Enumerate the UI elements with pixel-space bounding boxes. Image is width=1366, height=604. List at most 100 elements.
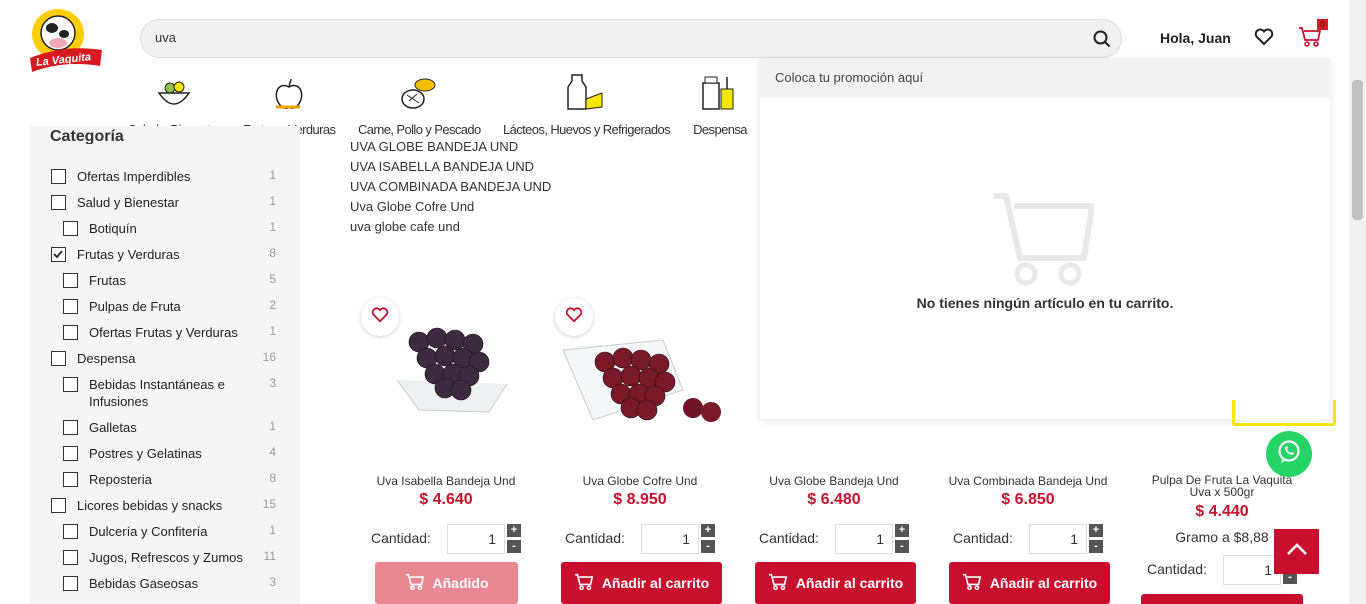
search-suggestion[interactable]: UVA COMBINADA BANDEJA UND	[350, 179, 551, 194]
quantity-increase-button[interactable]: +	[1089, 524, 1103, 537]
search-icon[interactable]	[1093, 30, 1111, 53]
filter-count: 1	[269, 168, 276, 182]
checkbox[interactable]	[63, 273, 78, 288]
product-price: $ 8.950	[613, 491, 667, 508]
scrollbar-thumb[interactable]	[1352, 80, 1363, 220]
filter-label: Bebidas Instantáneas e Infusiones	[89, 377, 225, 409]
filter-label: Ofertas Frutas y Verduras	[89, 325, 238, 340]
checkbox[interactable]	[63, 420, 78, 435]
checkbox[interactable]	[63, 221, 78, 236]
filter-count: 1	[269, 194, 276, 208]
filter-label: Salud y Bienestar	[77, 195, 179, 210]
add-to-wishlist-button[interactable]	[555, 298, 593, 336]
quantity-input[interactable]: 1	[641, 524, 699, 554]
filter-count: 2	[269, 298, 276, 312]
checkbox[interactable]	[63, 377, 78, 392]
button-label: Añadir al carrito	[795, 575, 904, 591]
filter-label: Botiquín	[89, 221, 137, 236]
filter-count: 8	[269, 246, 276, 260]
filter-label: Despensa	[77, 351, 136, 366]
filter-count: 1	[269, 523, 276, 537]
checkbox[interactable]	[63, 550, 78, 565]
product-name[interactable]: Uva Combinada Bandeja Und	[931, 474, 1125, 488]
quantity-input[interactable]: 1	[447, 524, 505, 554]
la-vaquita-logo[interactable]: La Vaquita	[26, 6, 104, 72]
checkbox-checked[interactable]	[51, 247, 66, 262]
checkbox[interactable]	[51, 351, 66, 366]
search-bar[interactable]	[140, 19, 1122, 58]
filter-label: Galletas	[89, 420, 137, 435]
checkbox[interactable]	[51, 195, 66, 210]
filter-count: 16	[262, 350, 276, 364]
product-name[interactable]: Uva Isabella Bandeja Und	[349, 474, 543, 488]
quantity-input[interactable]: 1	[1223, 555, 1281, 585]
sidebar-title: Categoría	[50, 128, 124, 144]
add-to-cart-button[interactable]	[1141, 594, 1303, 604]
chevron-up-icon	[1286, 542, 1308, 561]
checkbox[interactable]	[63, 325, 78, 340]
category-lacteos-huevos-y-refrigerados[interactable]: Lácteos, Huevos y Refrigerados	[503, 73, 671, 137]
category-carne-pollo-y-pescado[interactable]: Carne, Pollo y Pescado	[358, 76, 481, 137]
quantity-decrease-button[interactable]: -	[507, 540, 521, 553]
empty-cart-message: No tienes ningún artículo en tu carrito.	[916, 295, 1174, 311]
add-to-wishlist-button[interactable]	[361, 298, 399, 336]
category-despensa[interactable]: Despensa	[692, 76, 748, 137]
cart-icon	[768, 573, 788, 594]
minicart-popup: Coloca tu promoción aquí No tienes ningú…	[760, 58, 1330, 419]
quantity-increase-button[interactable]: +	[701, 524, 715, 537]
filter-label: Ofertas Imperdibles	[77, 169, 191, 184]
filter-count: 8	[269, 471, 276, 485]
quantity-increase-button[interactable]: +	[507, 524, 521, 537]
product-name[interactable]: Pulpa De Fruta La Vaquita Uva x 500gr	[1140, 474, 1304, 498]
checkbox[interactable]	[63, 299, 78, 314]
search-suggestion[interactable]: Uva Globe Cofre Und	[350, 199, 474, 214]
product-name[interactable]: Uva Globe Bandeja Und	[737, 474, 931, 488]
user-greeting[interactable]: Hola, Juan	[1160, 30, 1231, 46]
promo-banner[interactable]: Coloca tu promoción aquí	[760, 58, 1330, 98]
filter-count: 3	[269, 575, 276, 589]
cart-icon[interactable]	[1298, 26, 1322, 53]
add-to-cart-button[interactable]: Añadir al carrito	[561, 562, 722, 604]
milk-cheese-icon	[566, 73, 606, 114]
category-label: Lácteos, Huevos y Refrigerados	[503, 122, 671, 137]
quantity-label: Cantidad:	[759, 530, 819, 546]
page-scrollbar[interactable]	[1349, 0, 1366, 604]
checkbox[interactable]	[63, 576, 78, 591]
promo-highlight-frame	[1232, 400, 1336, 426]
quantity-input[interactable]: 1	[835, 524, 893, 554]
search-suggestion[interactable]: uva globe cafe und	[350, 219, 460, 234]
quantity-decrease-button[interactable]: -	[1089, 540, 1103, 553]
checkbox[interactable]	[63, 524, 78, 539]
quantity-label: Cantidad:	[1147, 561, 1207, 577]
checkbox[interactable]	[51, 498, 66, 513]
filter-label: Postres y Gelatinas	[89, 446, 202, 461]
filter-count: 3	[269, 376, 276, 390]
cart-icon	[962, 573, 982, 594]
added-to-cart-button[interactable]: Añadido	[375, 562, 518, 604]
search-input[interactable]	[155, 30, 1055, 45]
filter-count: 1	[269, 324, 276, 338]
quantity-decrease-button[interactable]: -	[701, 540, 715, 553]
whatsapp-button[interactable]	[1266, 431, 1312, 477]
add-to-cart-button[interactable]: Añadir al carrito	[949, 562, 1110, 604]
search-suggestion[interactable]: UVA GLOBE BANDEJA UND	[350, 139, 518, 154]
add-to-cart-button[interactable]: Añadir al carrito	[755, 562, 916, 604]
category-filter-sidebar: Categoría Ofertas Imperdibles 1 Salud y Bi…	[30, 126, 300, 604]
checkbox[interactable]	[51, 169, 66, 184]
search-suggestion[interactable]: UVA ISABELLA BANDEJA UND	[350, 159, 534, 174]
empty-cart-icon	[992, 192, 1095, 293]
heart-icon	[565, 307, 583, 328]
scroll-to-top-button[interactable]	[1274, 529, 1319, 574]
quantity-increase-button[interactable]: +	[895, 524, 909, 537]
product-card: Uva Globe Cofre Und $ 8.950 Cantidad: 1 + - Añ…	[543, 280, 737, 604]
wishlist-heart-icon[interactable]	[1254, 28, 1274, 51]
quantity-input[interactable]: 1	[1029, 524, 1087, 554]
checkbox[interactable]	[63, 446, 78, 461]
filter-label: Reposteria	[89, 472, 152, 487]
salad-bowl-icon	[155, 77, 193, 114]
checkbox[interactable]	[63, 472, 78, 487]
product-name[interactable]: Uva Globe Cofre Und	[543, 474, 737, 488]
button-label: Añadir al carrito	[989, 575, 1098, 591]
filter-label: Licores bebidas y snacks	[77, 498, 223, 513]
quantity-decrease-button[interactable]: -	[895, 540, 909, 553]
